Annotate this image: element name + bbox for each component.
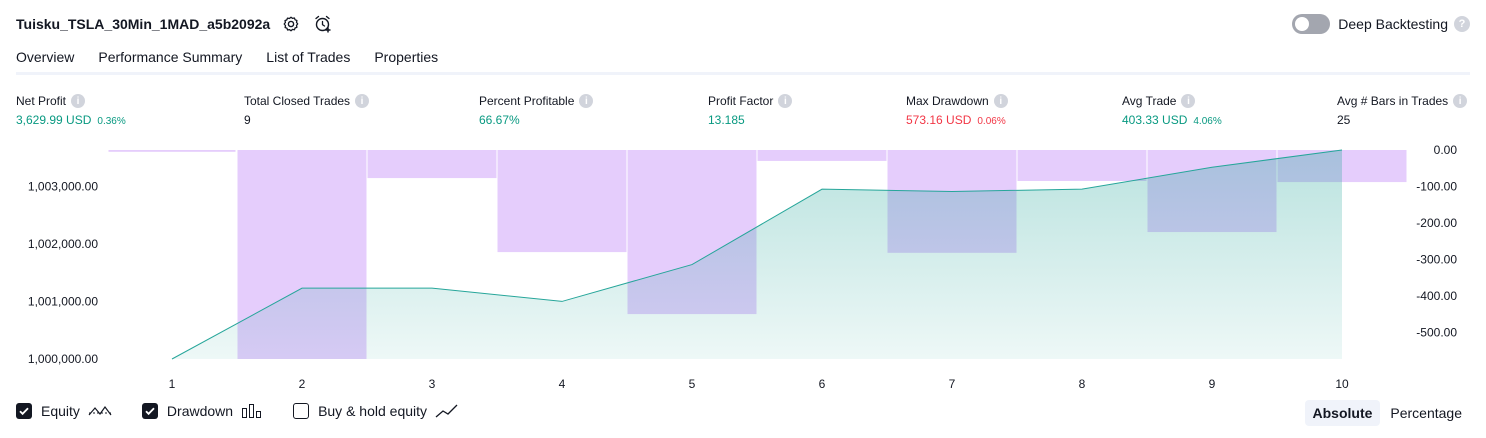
metric-value: 9 (244, 113, 251, 127)
drawdown-bar (757, 150, 887, 161)
right-axis-tick-label: -500.00 (1416, 325, 1457, 339)
drawdown-bar (1017, 150, 1147, 181)
strategy-header: Tuisku_TSLA_30Min_1MAD_a5b2092a (16, 12, 334, 36)
info-icon[interactable]: i (778, 94, 793, 108)
info-icon[interactable]: i (1181, 94, 1196, 108)
metric-net-profit: Net Profit i 3,629.99 USD 0.36% (16, 93, 126, 127)
drawdown-bar (108, 150, 236, 152)
metric-label: Percent Profitable (479, 94, 575, 108)
right-axis-tick-label: -400.00 (1416, 289, 1457, 303)
x-axis-tick-label: 7 (949, 377, 956, 391)
legend-buy-hold-label: Buy & hold equity (318, 403, 428, 419)
x-axis-tick-label: 3 (429, 377, 436, 391)
metric-value: 25 (1337, 113, 1351, 127)
metric-percent: 4.06% (1193, 116, 1222, 127)
left-axis-tick-label: 1,000,000.00 (28, 352, 98, 366)
x-axis-tick-label: 9 (1209, 377, 1216, 391)
percentage-mode-button[interactable]: Percentage (1382, 400, 1470, 426)
tab-properties[interactable]: Properties (374, 44, 438, 74)
buy-hold-checkbox[interactable] (293, 403, 310, 419)
deep-backtesting: Deep Backtesting ? (1292, 12, 1470, 36)
metric-value: 3,629.99 USD (16, 113, 92, 127)
legend-drawdown[interactable]: Drawdown (141, 403, 263, 419)
metric-max-drawdown: Max Drawdown i 573.16 USD 0.06% (906, 93, 1008, 127)
metric-percent-profitable: Percent Profitable i 66.67% (479, 93, 594, 127)
metric-avg-bars: Avg # Bars in Trades i 25 (1337, 93, 1468, 127)
x-axis-tick-label: 1 (169, 377, 176, 391)
equity-checkbox[interactable] (16, 403, 32, 419)
bar-chart-icon (241, 403, 263, 419)
metric-value: 13.185 (708, 113, 745, 127)
info-icon[interactable]: i (579, 94, 594, 108)
left-axis-tick-label: 1,002,000.00 (28, 237, 98, 251)
x-axis-tick-label: 8 (1079, 377, 1086, 391)
legend-drawdown-label: Drawdown (166, 403, 234, 419)
info-icon[interactable]: i (355, 94, 370, 108)
deep-backtesting-toggle[interactable] (1292, 14, 1331, 34)
legend-equity-label: Equity (41, 403, 80, 419)
chart-legend: Equity Drawdown Buy & hold equity (16, 403, 489, 419)
metric-label: Avg Trade (1122, 94, 1177, 108)
metric-label: Net Profit (16, 94, 67, 108)
x-axis-tick-label: 5 (689, 377, 696, 391)
x-axis-tick-label: 6 (819, 377, 826, 391)
info-icon[interactable]: i (71, 94, 86, 108)
metric-value: 573.16 USD (906, 113, 972, 127)
metric-label: Total Closed Trades (244, 94, 351, 108)
metric-avg-trade: Avg Trade i 403.33 USD 4.06% (1122, 93, 1222, 127)
x-axis-tick-label: 2 (299, 377, 306, 391)
metric-profit-factor: Profit Factor i 13.185 (708, 93, 793, 127)
tab-list-of-trades[interactable]: List of Trades (266, 44, 350, 74)
metric-total-closed-trades: Total Closed Trades i 9 (244, 93, 370, 127)
tab-divider (16, 72, 1470, 75)
left-axis-tick-label: 1,003,000.00 (28, 179, 98, 193)
info-icon[interactable]: i (993, 94, 1008, 108)
metric-label: Max Drawdown (906, 94, 989, 108)
metric-percent: 0.36% (97, 116, 126, 127)
right-axis-tick-label: -100.00 (1416, 179, 1457, 193)
trend-line-icon (435, 403, 459, 419)
legend-equity[interactable]: Equity (16, 403, 112, 419)
x-axis-tick-label: 10 (1335, 377, 1349, 391)
absolute-mode-button[interactable]: Absolute (1304, 400, 1381, 426)
metric-label: Avg # Bars in Trades (1337, 94, 1449, 108)
metric-percent: 0.06% (977, 116, 1006, 127)
left-axis-tick-label: 1,001,000.00 (28, 294, 98, 308)
right-axis-tick-label: -200.00 (1416, 216, 1457, 230)
legend-buy-hold[interactable]: Buy & hold equity (293, 403, 459, 419)
equity-drawdown-chart[interactable]: 1,000,000.00 1,001,000.00 1,002,000.00 1,00… (0, 140, 1486, 395)
right-axis-tick-label: 0.00 (1434, 143, 1458, 157)
drawdown-bar (367, 150, 497, 179)
tab-bar: Overview Performance Summary List of Tra… (16, 44, 462, 75)
alarm-add-icon[interactable] (312, 13, 334, 35)
strategy-name: Tuisku_TSLA_30Min_1MAD_a5b2092a (16, 16, 271, 32)
tab-overview[interactable]: Overview (16, 44, 75, 75)
drawdown-checkbox[interactable] (141, 403, 158, 419)
tab-performance-summary[interactable]: Performance Summary (98, 44, 242, 74)
equity-line-icon (88, 403, 112, 419)
display-mode-switch: Absolute Percentage (1303, 400, 1471, 426)
right-axis-tick-label: -300.00 (1416, 252, 1457, 266)
drawdown-bar (497, 150, 627, 253)
help-icon[interactable]: ? (1454, 16, 1470, 32)
metric-value: 403.33 USD (1122, 113, 1188, 127)
x-axis-tick-label: 4 (559, 377, 566, 391)
info-icon[interactable]: i (1453, 94, 1468, 108)
gear-icon[interactable] (280, 13, 302, 35)
metric-value: 66.67% (479, 113, 520, 127)
metric-label: Profit Factor (708, 94, 774, 108)
deep-backtesting-label: Deep Backtesting (1338, 16, 1448, 32)
